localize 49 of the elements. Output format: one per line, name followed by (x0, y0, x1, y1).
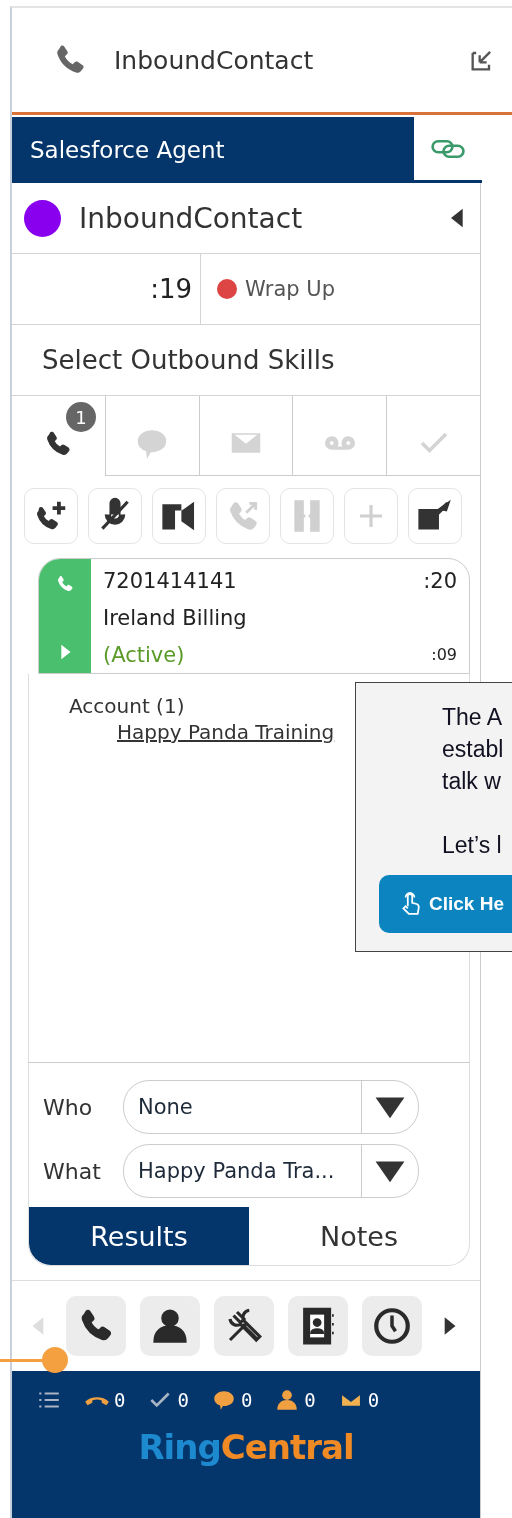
counter: 0 (114, 1389, 126, 1411)
call-action-button[interactable] (88, 488, 142, 544)
nav-button[interactable] (362, 1296, 422, 1356)
contact-name: InboundContact (79, 201, 304, 235)
counter: 0 (304, 1389, 316, 1411)
call-duration: :20 (423, 569, 457, 594)
counter: 0 (177, 1389, 189, 1411)
dropdown-field[interactable]: Happy Panda Tra... (123, 1144, 419, 1198)
state-timer: :19 (12, 254, 201, 324)
result-tab[interactable]: Notes (249, 1207, 469, 1265)
agent-bar-title: Salesforce Agent (12, 117, 414, 183)
hang-up-icon (84, 1394, 110, 1406)
clock-icon (371, 1305, 413, 1347)
count-badge: 1 (66, 402, 96, 432)
field-label: What (43, 1158, 102, 1184)
ringcentral-logo: RingCentral (138, 1427, 354, 1467)
link-icon (430, 137, 466, 160)
nav-button[interactable] (288, 1296, 348, 1356)
dropdown-field[interactable]: None (123, 1080, 419, 1134)
pointer-marker (0, 1347, 68, 1373)
counter: 0 (367, 1389, 380, 1411)
call-action-button[interactable] (408, 488, 462, 544)
account-link[interactable]: Happy Panda Training (117, 720, 335, 744)
result-tab[interactable]: Results (29, 1207, 249, 1265)
field-label: Who (43, 1094, 94, 1120)
state-label: Wrap Up (245, 277, 336, 301)
tooltip-text-line: Let’s l (442, 831, 503, 860)
tooltip-text-line: talk w (442, 767, 502, 796)
agent-state-selector[interactable]: Wrap Up (201, 277, 336, 301)
nav-button[interactable] (214, 1296, 274, 1356)
state-duration: :09 (431, 645, 457, 665)
tooltip-text-line: The A (442, 703, 504, 732)
queue-name: Ireland Billing (103, 606, 247, 630)
call-action-button[interactable] (24, 488, 78, 544)
outbound-skills-selector[interactable]: Select Outbound Skills (42, 345, 335, 375)
channel-tab[interactable]: 1 (12, 396, 105, 476)
window-title: InboundContact (114, 45, 315, 75)
tap-icon (399, 890, 421, 918)
counter: 0 (240, 1389, 253, 1411)
caret-icon (374, 1158, 406, 1184)
call-action-button[interactable] (152, 488, 206, 544)
call-state: (Active) (103, 642, 185, 667)
nav-button[interactable] (66, 1296, 126, 1356)
tooltip-text-line: establ (442, 735, 505, 764)
related-heading: Account (1) (69, 694, 185, 718)
caret-icon (374, 1094, 406, 1120)
nav-button[interactable] (140, 1296, 200, 1356)
click-here-button[interactable]: Click He (379, 875, 512, 933)
caller-number: 7201414141 (103, 569, 237, 594)
